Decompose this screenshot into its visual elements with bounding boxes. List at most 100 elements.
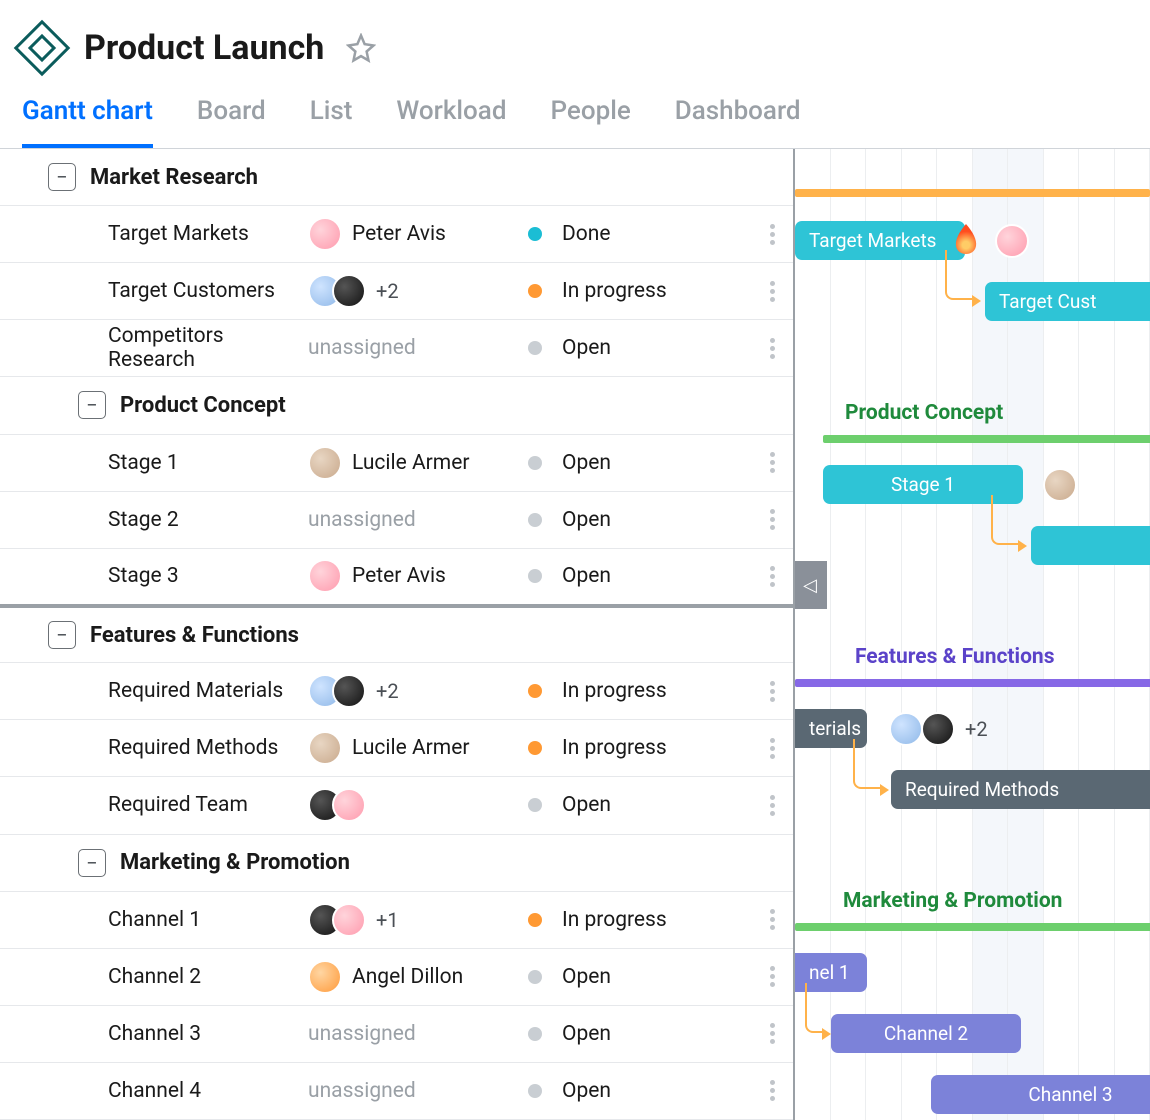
group-name: Product Concept xyxy=(120,393,286,418)
avatar xyxy=(1043,468,1077,502)
assignee-cell[interactable]: Angel Dillon xyxy=(308,960,528,994)
status-cell[interactable]: Open xyxy=(528,336,728,360)
tab-board[interactable]: Board xyxy=(197,86,266,148)
assignee-cell[interactable]: Lucile Armer xyxy=(308,446,528,480)
status-cell[interactable]: In progress xyxy=(528,679,728,703)
status-cell[interactable]: Done xyxy=(528,222,728,246)
gantt-bar-methods[interactable]: Required Methods xyxy=(891,770,1150,809)
gantt-timeline[interactable]: Target Markets Target Cust Product Conce… xyxy=(795,149,1150,1120)
collapse-group[interactable]: − xyxy=(78,849,106,877)
task-name[interactable]: Channel 4 xyxy=(48,1079,308,1103)
more-menu-icon[interactable] xyxy=(770,452,793,473)
gantt-bar-target-customers[interactable]: Target Cust xyxy=(985,282,1150,321)
avatar xyxy=(995,224,1029,258)
task-name[interactable]: Target Markets xyxy=(48,222,308,246)
page-title: Product Launch xyxy=(84,28,324,68)
gantt-group-bar xyxy=(795,189,1150,197)
gantt-group-label: Product Concept xyxy=(845,401,1003,425)
assignee-cell[interactable]: Peter Avis xyxy=(308,559,528,593)
assignee-cell[interactable]: Peter Avis xyxy=(308,217,528,251)
avatar xyxy=(889,712,923,746)
more-menu-icon[interactable] xyxy=(770,224,793,245)
more-menu-icon[interactable] xyxy=(770,281,793,302)
assignee-cell[interactable]: +2 xyxy=(308,674,528,708)
more-menu-icon[interactable] xyxy=(770,566,793,587)
status-dot xyxy=(528,513,542,527)
avatar xyxy=(921,712,955,746)
task-name[interactable]: Stage 2 xyxy=(48,508,308,532)
status-cell[interactable]: Open xyxy=(528,451,728,475)
view-tabs: Gantt chart Board List Workload People D… xyxy=(0,80,1150,149)
assignee-cell[interactable]: unassigned xyxy=(308,336,528,360)
gantt-bar-channel3[interactable]: Channel 3 xyxy=(931,1075,1150,1114)
task-name[interactable]: Required Materials xyxy=(48,679,308,703)
assignee-cell[interactable]: Lucile Armer xyxy=(308,731,528,765)
avatar xyxy=(308,559,342,593)
status-dot xyxy=(528,970,542,984)
assignee-cell[interactable]: unassigned xyxy=(308,1022,528,1046)
assignee-cell[interactable]: +2 xyxy=(308,274,528,308)
gantt-group-bar xyxy=(795,679,1150,687)
status-dot xyxy=(528,569,542,583)
status-cell[interactable]: Open xyxy=(528,1022,728,1046)
assignee-cell[interactable] xyxy=(308,788,528,822)
collapse-group[interactable]: − xyxy=(48,621,76,649)
task-name[interactable]: Stage 3 xyxy=(48,564,308,588)
collapse-group[interactable]: − xyxy=(48,163,76,191)
task-name[interactable]: Channel 3 xyxy=(48,1022,308,1046)
gantt-group-label: Features & Functions xyxy=(855,645,1054,669)
status-cell[interactable]: Open xyxy=(528,793,728,817)
status-dot xyxy=(528,741,542,755)
tab-gantt[interactable]: Gantt chart xyxy=(22,86,153,148)
collapse-left-panel[interactable]: ◁ xyxy=(795,561,827,609)
tab-people[interactable]: People xyxy=(550,86,630,148)
favorite-star-icon[interactable] xyxy=(346,33,376,63)
status-dot xyxy=(528,284,542,298)
status-cell[interactable]: In progress xyxy=(528,736,728,760)
task-name[interactable]: Required Methods xyxy=(48,736,308,760)
more-menu-icon[interactable] xyxy=(770,966,793,987)
status-cell[interactable]: Open xyxy=(528,508,728,532)
tab-dashboard[interactable]: Dashboard xyxy=(675,86,801,148)
gantt-bar-stage2[interactable] xyxy=(1031,526,1150,565)
app-logo xyxy=(14,20,71,77)
more-menu-icon[interactable] xyxy=(770,1023,793,1044)
assignee-cell[interactable]: +1 xyxy=(308,903,528,937)
gantt-bar-channel2[interactable]: Channel 2 xyxy=(831,1014,1021,1053)
more-menu-icon[interactable] xyxy=(770,509,793,530)
gantt-group-label: Marketing & Promotion xyxy=(843,889,1062,913)
more-menu-icon[interactable] xyxy=(770,909,793,930)
avatar xyxy=(332,674,366,708)
avatar xyxy=(308,217,342,251)
avatar xyxy=(332,274,366,308)
avatar xyxy=(332,788,366,822)
task-name[interactable]: Channel 1 xyxy=(48,908,308,932)
task-name[interactable]: Competitors Research xyxy=(48,324,308,372)
status-dot xyxy=(528,227,542,241)
task-name[interactable]: Target Customers xyxy=(48,279,308,303)
gantt-bar-target-markets[interactable]: Target Markets xyxy=(795,221,965,260)
tab-workload[interactable]: Workload xyxy=(396,86,506,148)
group-name: Features & Functions xyxy=(90,623,299,648)
task-name[interactable]: Channel 2 xyxy=(48,965,308,989)
status-cell[interactable]: In progress xyxy=(528,279,728,303)
gantt-group-bar xyxy=(823,435,1150,443)
more-menu-icon[interactable] xyxy=(770,338,793,359)
assignee-cell[interactable]: unassigned xyxy=(308,508,528,532)
assignee-cell[interactable]: unassigned xyxy=(308,1079,528,1103)
status-cell[interactable]: In progress xyxy=(528,908,728,932)
status-cell[interactable]: Open xyxy=(528,965,728,989)
status-cell[interactable]: Open xyxy=(528,564,728,588)
collapse-group[interactable]: − xyxy=(78,391,106,419)
task-name[interactable]: Required Team xyxy=(48,793,308,817)
tab-list[interactable]: List xyxy=(310,86,353,148)
more-menu-icon[interactable] xyxy=(770,795,793,816)
task-name[interactable]: Stage 1 xyxy=(48,451,308,475)
status-dot xyxy=(528,798,542,812)
more-menu-icon[interactable] xyxy=(770,1080,793,1101)
more-menu-icon[interactable] xyxy=(770,738,793,759)
more-menu-icon[interactable] xyxy=(770,681,793,702)
task-list: − Market ResearchTarget MarketsPeter Avi… xyxy=(0,149,795,1120)
status-cell[interactable]: Open xyxy=(528,1079,728,1103)
status-dot xyxy=(528,456,542,470)
